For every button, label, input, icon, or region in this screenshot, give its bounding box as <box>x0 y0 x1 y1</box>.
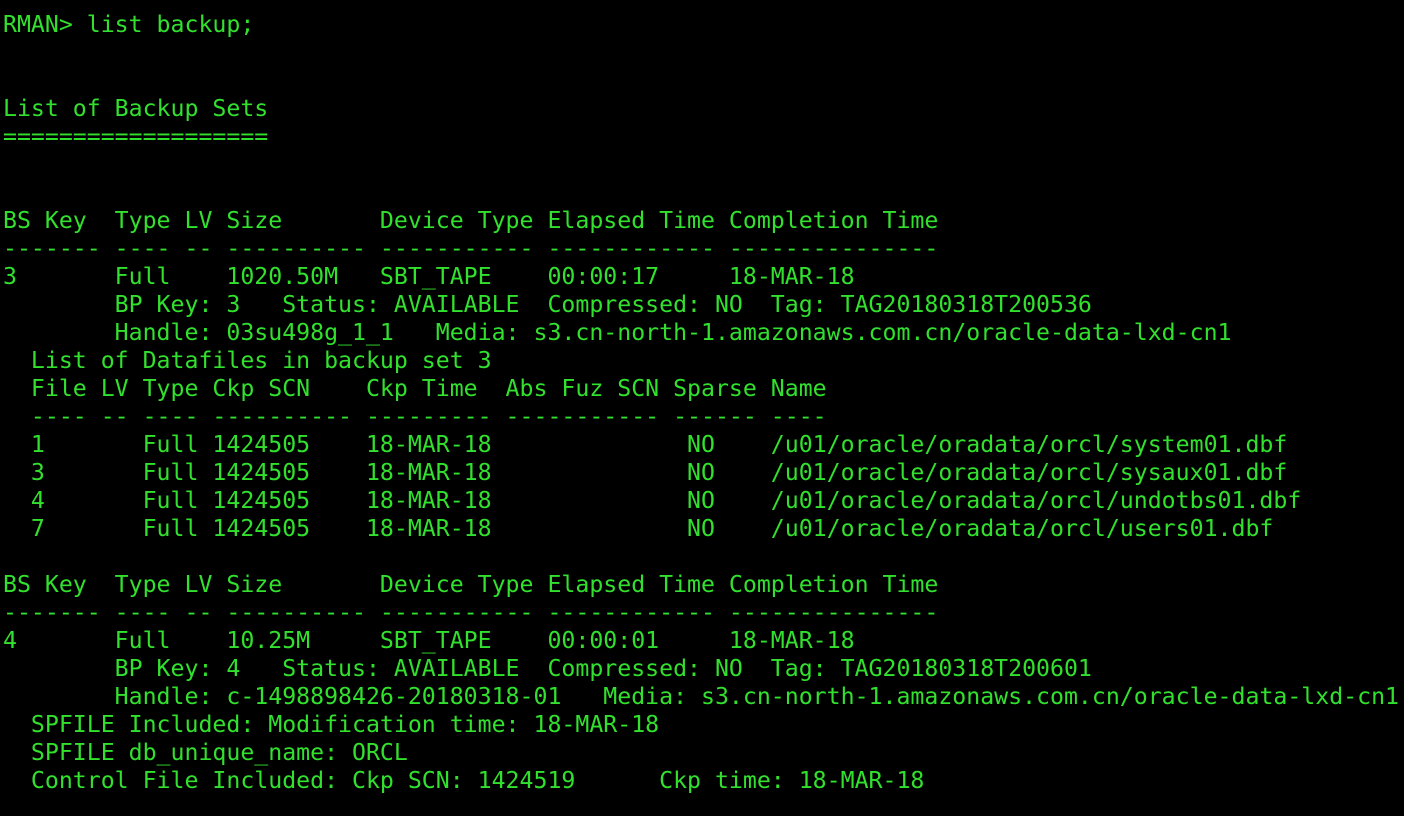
datafile-row: 1 Full 1424505 18-MAR-18 NO /u01/oracle/… <box>3 431 1288 458</box>
control-file-info: Control File Included: Ckp SCN: 1424519 … <box>3 767 925 794</box>
datafile-row: 7 Full 1424505 18-MAR-18 NO /u01/oracle/… <box>3 515 1274 542</box>
backup-piece-handle: Handle: 03su498g_1_1 Media: s3.cn-north-… <box>3 319 1232 346</box>
terminal-window[interactable]: RMAN> list backup; List of Backup Sets =… <box>0 0 1404 816</box>
datafile-row: 3 Full 1424505 18-MAR-18 NO /u01/oracle/… <box>3 459 1288 486</box>
terminal-output: RMAN> list backup; List of Backup Sets =… <box>3 11 1399 795</box>
spfile-info: SPFILE db_unique_name: ORCL <box>3 739 408 766</box>
datafile-row: 4 Full 1424505 18-MAR-18 NO /u01/oracle/… <box>3 487 1302 514</box>
header-separator: ------- ---- -- ---------- ----------- -… <box>3 235 939 262</box>
backup-set-row: 3 Full 1020.50M SBT_TAPE 00:00:17 18-MAR… <box>3 263 855 290</box>
backup-piece-handle: Handle: c-1498898426-20180318-01 Media: … <box>3 683 1400 710</box>
section-underline: =================== <box>3 123 269 150</box>
section-title: List of Backup Sets <box>3 95 269 122</box>
backup-piece-info: BP Key: 3 Status: AVAILABLE Compressed: … <box>3 291 1092 318</box>
header-separator: ------- ---- -- ---------- ----------- -… <box>3 599 939 626</box>
backup-set-header: BS Key Type LV Size Device Type Elapsed … <box>3 207 939 234</box>
command-line: RMAN> list backup; <box>3 11 255 38</box>
backup-piece-info: BP Key: 4 Status: AVAILABLE Compressed: … <box>3 655 1092 682</box>
datafile-list-title: List of Datafiles in backup set 3 <box>3 347 492 374</box>
backup-set-row: 4 Full 10.25M SBT_TAPE 00:00:01 18-MAR-1… <box>3 627 855 654</box>
header-separator: ---- -- ---- ---------- --------- ------… <box>3 403 827 430</box>
backup-set-header: BS Key Type LV Size Device Type Elapsed … <box>3 571 939 598</box>
spfile-info: SPFILE Included: Modification time: 18-M… <box>3 711 660 738</box>
datafile-header: File LV Type Ckp SCN Ckp Time Abs Fuz SC… <box>3 375 827 402</box>
